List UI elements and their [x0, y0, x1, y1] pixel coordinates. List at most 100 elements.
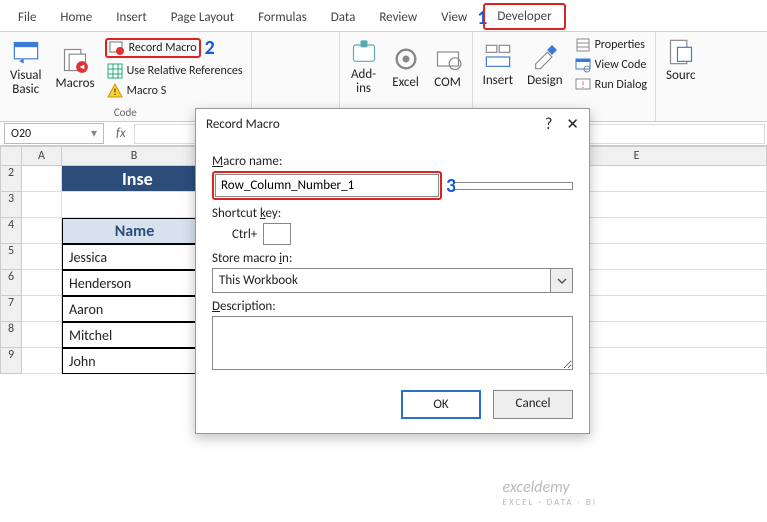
insert-control-button[interactable]: Insert — [479, 36, 518, 94]
dialog-titlebar: Record Macro ? ✕ — [196, 109, 589, 140]
record-macro-button[interactable]: Record Macro — [105, 38, 201, 58]
insert-control-label: Insert — [483, 73, 514, 88]
store-macro-combo[interactable]: This Workbook — [212, 268, 573, 293]
com-addins-button[interactable]: COM — [430, 36, 466, 99]
macros-button[interactable]: Macros — [51, 36, 98, 100]
svg-text:!: ! — [581, 80, 584, 91]
dialog-title: Record Macro — [206, 117, 280, 132]
row-head[interactable]: 8 — [0, 322, 22, 348]
svg-text:!: ! — [113, 87, 116, 98]
cell[interactable] — [22, 296, 62, 322]
row-head[interactable]: 6 — [0, 270, 22, 296]
run-dialog-button[interactable]: ! Run Dialog — [573, 76, 649, 94]
store-label: Store macro in: — [212, 251, 573, 266]
addins-icon — [350, 38, 378, 66]
select-all-corner[interactable] — [0, 146, 22, 166]
com-addins-label: COM — [434, 75, 461, 90]
col-head-a[interactable]: A — [22, 146, 62, 166]
macro-name-input-extension[interactable] — [455, 182, 573, 190]
cell[interactable] — [22, 244, 62, 270]
macros-icon — [61, 46, 89, 74]
macro-security-label: Macro S — [127, 84, 167, 98]
record-macro-icon — [109, 40, 125, 56]
tab-developer[interactable]: Developer — [483, 3, 565, 30]
record-macro-label: Record Macro — [129, 41, 197, 55]
shortcut-prefix: Ctrl+ — [232, 227, 257, 242]
table-cell-name[interactable]: Mitchel — [62, 322, 207, 348]
view-code-button[interactable]: View Code — [573, 56, 649, 74]
shortcut-key-input[interactable] — [263, 223, 291, 245]
design-label: Design — [527, 73, 562, 88]
gear-icon — [392, 45, 420, 73]
cancel-button[interactable]: Cancel — [493, 390, 573, 419]
name-box[interactable]: O20 ▾ — [4, 123, 104, 144]
source-icon — [667, 38, 695, 66]
dialog-help-button[interactable]: ? — [545, 115, 552, 134]
visual-basic-button[interactable]: Visual Basic — [6, 36, 45, 100]
row-head[interactable]: 5 — [0, 244, 22, 270]
design-mode-button[interactable]: Design — [523, 36, 566, 94]
tab-view[interactable]: View — [429, 6, 479, 29]
tab-pagelayout[interactable]: Page Layout — [159, 6, 246, 29]
description-input[interactable] — [212, 316, 573, 370]
relative-refs-icon — [107, 63, 123, 79]
tab-review[interactable]: Review — [367, 6, 429, 29]
tab-data[interactable]: Data — [319, 6, 368, 29]
use-relative-refs-button[interactable]: Use Relative References — [105, 62, 245, 80]
ribbon-tabs: File Home Insert Page Layout Formulas Da… — [0, 0, 767, 32]
shortcut-label: Shortcut key: — [212, 206, 573, 221]
addins-label: Add- ins — [351, 68, 376, 97]
watermark: exceldemy EXCEL · DATA · BI — [503, 478, 597, 508]
col-head-b[interactable]: B — [62, 146, 207, 166]
row-head[interactable]: 3 — [0, 192, 22, 218]
visual-basic-label: Visual Basic — [10, 69, 41, 98]
callout-2: 2 — [205, 36, 215, 60]
dialog-close-button[interactable]: ✕ — [566, 115, 579, 134]
tab-home[interactable]: Home — [48, 6, 104, 29]
record-macro-dialog: Record Macro ? ✕ Macro name: 3 Shortcut … — [195, 108, 590, 434]
row-head[interactable]: 4 — [0, 218, 22, 244]
cell[interactable] — [22, 192, 62, 218]
table-cell-name[interactable]: Jessica — [62, 244, 207, 270]
macro-name-input[interactable] — [215, 174, 439, 197]
row-head[interactable]: 9 — [0, 348, 22, 374]
source-button[interactable]: Sourc — [662, 36, 700, 85]
warning-icon: ! — [107, 83, 123, 99]
ok-button[interactable]: OK — [401, 390, 481, 419]
row-head[interactable]: 7 — [0, 296, 22, 322]
row-head[interactable]: 2 — [0, 166, 22, 192]
cell[interactable] — [22, 270, 62, 296]
table-cell-name[interactable]: John — [62, 348, 207, 374]
chevron-down-icon[interactable] — [550, 269, 572, 292]
view-code-label: View Code — [595, 58, 647, 72]
insert-control-icon — [484, 43, 512, 71]
table-cell-name[interactable]: Aaron — [62, 296, 207, 322]
relative-refs-label: Use Relative References — [127, 64, 243, 78]
view-code-icon — [575, 57, 591, 73]
cell[interactable] — [22, 322, 62, 348]
name-box-dropdown-icon[interactable]: ▾ — [91, 126, 97, 141]
tab-formulas[interactable]: Formulas — [246, 6, 319, 29]
cell[interactable] — [22, 348, 62, 374]
addins-button[interactable]: Add- ins — [346, 36, 382, 99]
properties-icon — [575, 37, 591, 53]
cell[interactable] — [62, 192, 207, 218]
properties-button[interactable]: Properties — [573, 36, 649, 54]
run-dialog-label: Run Dialog — [595, 78, 647, 92]
visual-basic-icon — [12, 39, 40, 67]
cell[interactable] — [22, 218, 62, 244]
table-cell-name[interactable]: Henderson — [62, 270, 207, 296]
tab-insert[interactable]: Insert — [104, 6, 159, 29]
macro-security-button[interactable]: ! Macro S — [105, 82, 245, 100]
tab-file[interactable]: File — [6, 6, 48, 29]
properties-label: Properties — [595, 38, 645, 52]
fx-icon[interactable]: fx — [108, 126, 134, 141]
name-box-value: O20 — [11, 127, 31, 141]
description-label: Description: — [212, 299, 573, 314]
excel-addins-label: Excel — [392, 75, 419, 90]
source-label: Sourc — [666, 68, 696, 83]
ribbon-group-xml: Sourc — [656, 32, 706, 121]
excel-addins-button[interactable]: Excel — [388, 36, 424, 99]
table-header-name[interactable]: Name — [62, 218, 207, 244]
cell[interactable] — [22, 166, 62, 192]
